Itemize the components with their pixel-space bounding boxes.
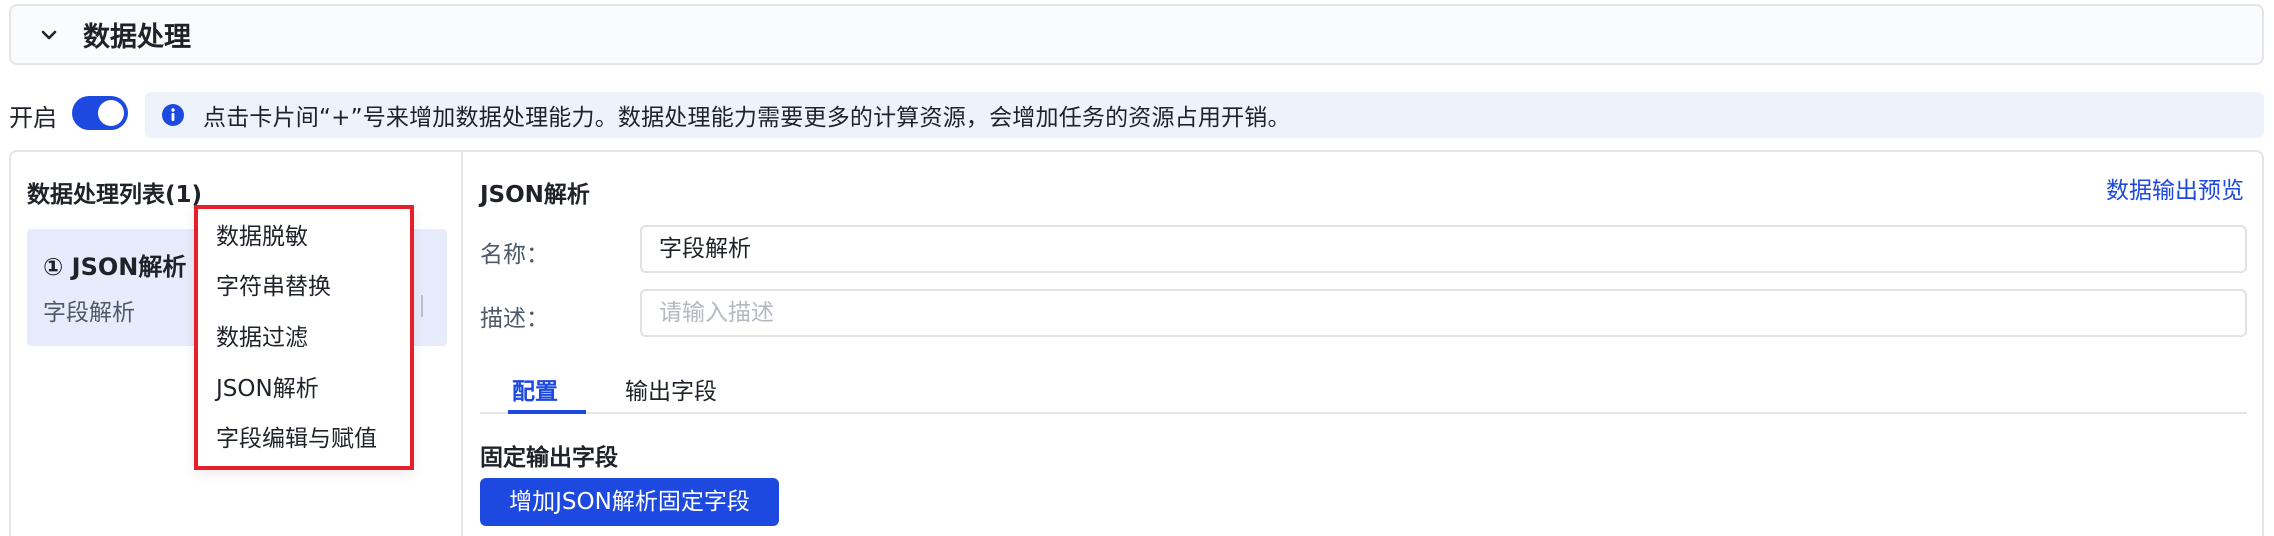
- chevron-down-icon[interactable]: [39, 25, 59, 45]
- detail-title: JSON解析: [480, 182, 590, 208]
- info-icon: [161, 103, 185, 127]
- name-label: 名称：: [480, 242, 549, 268]
- section-title: 数据处理: [83, 22, 191, 53]
- processing-list-title: 数据处理列表(1): [27, 182, 203, 208]
- info-text: 点击卡片间“+”号来增加数据处理能力。数据处理能力需要更多的计算资源，会增加任务…: [203, 105, 1291, 131]
- menu-item-string-replace[interactable]: 字符串替换: [216, 267, 331, 301]
- toggle-row: 开启 点击卡片间“+”号来增加数据处理能力。数据处理能力需要更多的计算资源，会增…: [0, 92, 2274, 138]
- enable-toggle[interactable]: [72, 96, 128, 130]
- description-input[interactable]: 请输入描述: [640, 289, 2247, 337]
- name-input[interactable]: 字段解析: [640, 225, 2247, 273]
- description-label: 描述：: [480, 306, 549, 332]
- section-header[interactable]: 数据处理: [9, 4, 2264, 65]
- data-processing-page: 数据处理 开启 点击卡片间“+”号来增加数据处理能力。数据处理能力需要更多的计算…: [0, 0, 2274, 536]
- active-tab-indicator: [508, 410, 586, 414]
- add-json-fixed-field-button[interactable]: 增加JSON解析固定字段: [480, 478, 779, 526]
- detail-tabs: 配置 输出字段: [480, 364, 2247, 414]
- toggle-label: 开启: [9, 104, 57, 132]
- toggle-knob: [98, 100, 124, 126]
- output-preview-link[interactable]: 数据输出预览: [2106, 171, 2244, 205]
- list-item-title: ① JSON解析: [43, 253, 187, 281]
- card-handle: [421, 295, 423, 317]
- menu-item-json-parse[interactable]: JSON解析: [216, 369, 319, 403]
- info-banner: 点击卡片间“+”号来增加数据处理能力。数据处理能力需要更多的计算资源，会增加任务…: [145, 92, 2264, 138]
- menu-item-data-filter[interactable]: 数据过滤: [216, 318, 308, 352]
- menu-item-field-edit-assign[interactable]: 字段编辑与赋值: [216, 419, 377, 453]
- processor-type-menu: 数据脱敏 字符串替换 数据过滤 JSON解析 字段编辑与赋值: [194, 205, 414, 470]
- list-item-subtitle: 字段解析: [43, 300, 135, 326]
- processing-detail: JSON解析 数据输出预览 名称： 字段解析 描述： 请输入描述 配置 输出字段…: [465, 152, 2262, 536]
- tab-config[interactable]: 配置: [512, 372, 558, 406]
- tab-output-fields[interactable]: 输出字段: [625, 372, 717, 406]
- menu-item-data-masking[interactable]: 数据脱敏: [216, 217, 308, 251]
- fixed-output-fields-title: 固定输出字段: [480, 445, 618, 471]
